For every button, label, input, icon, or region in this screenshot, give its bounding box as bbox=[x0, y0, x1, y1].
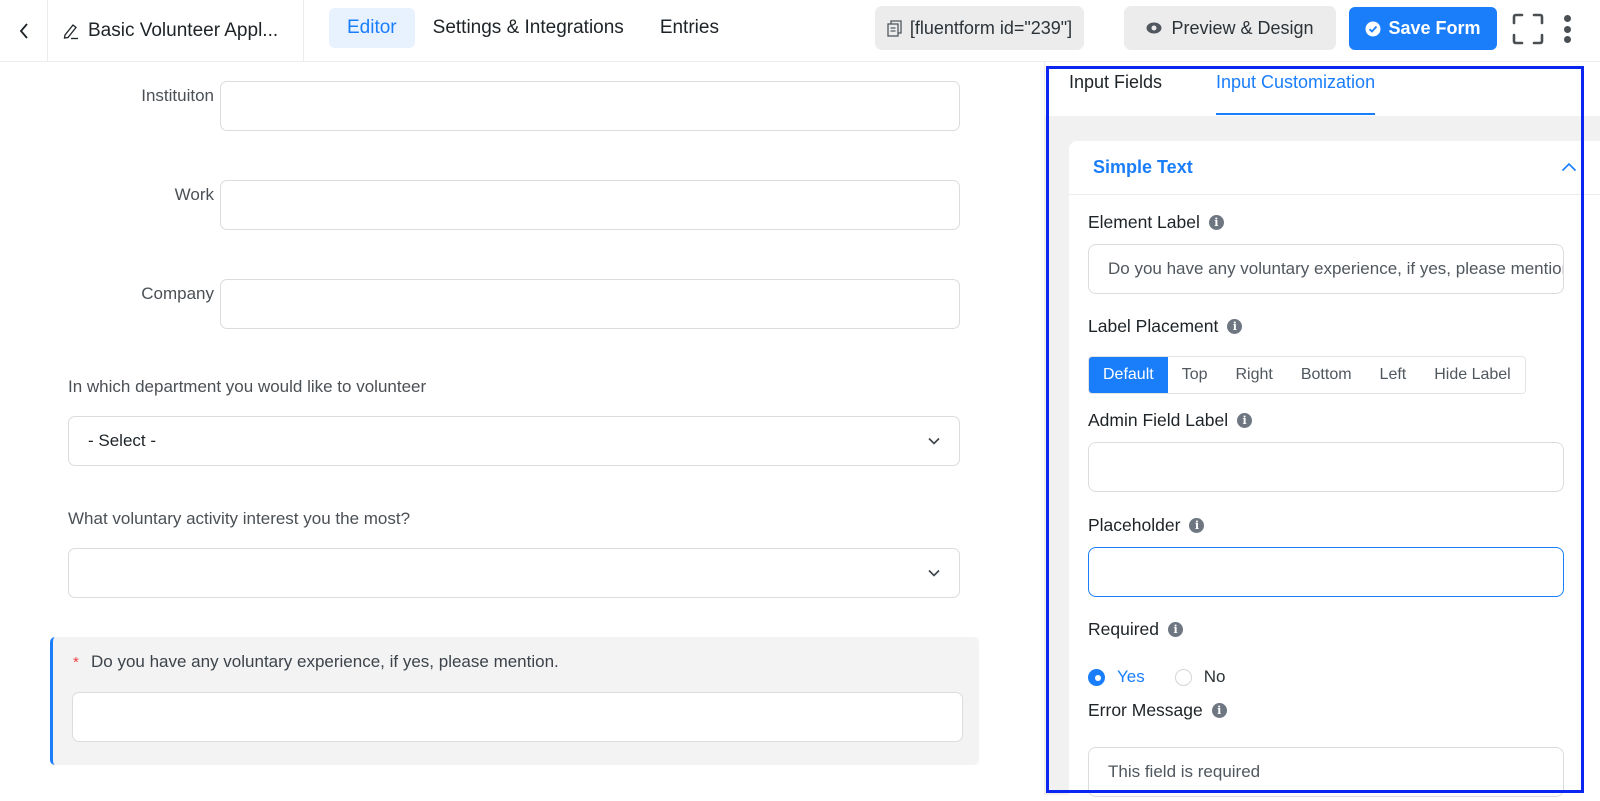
placeholder-heading: Placeholder i bbox=[1088, 515, 1205, 536]
section-header-toggle[interactable]: Simple Text bbox=[1069, 141, 1600, 195]
save-form-label: Save Form bbox=[1388, 18, 1481, 38]
element-label-text: Element Label bbox=[1088, 212, 1200, 232]
shortcode-text: [fluentform id="239"] bbox=[909, 17, 1073, 38]
department-select-value: - Select - bbox=[88, 431, 157, 450]
placement-bottom[interactable]: Bottom bbox=[1286, 357, 1366, 393]
activity-label: What voluntary activity interest you the… bbox=[68, 509, 411, 528]
back-button[interactable] bbox=[0, 0, 48, 62]
placement-hide-label[interactable]: Hide Label bbox=[1420, 357, 1525, 393]
more-options-button[interactable] bbox=[1560, 12, 1574, 46]
activity-select[interactable] bbox=[68, 548, 960, 598]
form-field-institution[interactable]: Instituiton bbox=[0, 81, 1000, 131]
department-select[interactable]: - Select - bbox=[68, 416, 960, 466]
info-icon[interactable]: i bbox=[1211, 703, 1227, 718]
radio-checked-icon bbox=[1088, 668, 1105, 686]
nav-tabs: Editor Settings & Integrations Entries bbox=[329, 8, 737, 48]
field-label: Instituiton bbox=[141, 86, 214, 105]
save-form-button[interactable]: Save Form bbox=[1349, 7, 1497, 50]
selected-form-field[interactable]: * Do you have any voluntary experience, … bbox=[50, 637, 979, 765]
more-vertical-icon bbox=[1563, 15, 1571, 22]
form-field-work[interactable]: Work bbox=[0, 180, 1000, 230]
element-label-input[interactable]: Do you have any voluntary experience, if… bbox=[1088, 244, 1564, 294]
label-placement-segmented: Default Top Right Bottom Left Hide Label bbox=[1088, 356, 1526, 394]
required-text: Required bbox=[1088, 619, 1160, 639]
eye-icon bbox=[1146, 22, 1162, 34]
label-placement-text: Label Placement bbox=[1088, 316, 1219, 336]
panel-tabs: Input Fields Input Customization bbox=[1045, 62, 1600, 116]
tab-entries[interactable]: Entries bbox=[642, 8, 737, 48]
experience-input[interactable] bbox=[72, 692, 963, 742]
pencil-icon bbox=[63, 24, 78, 40]
company-input[interactable] bbox=[220, 279, 960, 329]
field-label: Company bbox=[141, 284, 214, 303]
top-bar: Basic Volunteer Appl... Editor Settings … bbox=[0, 0, 1600, 62]
radio-no-label: No bbox=[1203, 667, 1226, 686]
field-label: Work bbox=[174, 185, 214, 204]
placement-default[interactable]: Default bbox=[1089, 357, 1168, 393]
admin-field-label-text: Admin Field Label bbox=[1088, 410, 1229, 430]
shortcode-copy-button[interactable]: [fluentform id="239"] bbox=[875, 6, 1084, 50]
chevron-down-icon bbox=[928, 569, 940, 577]
error-message-input[interactable]: This field is required bbox=[1088, 747, 1564, 797]
chevron-left-icon bbox=[19, 23, 28, 39]
placement-top[interactable]: Top bbox=[1167, 357, 1222, 393]
required-heading: Required i bbox=[1088, 619, 1184, 640]
chevron-down-icon bbox=[928, 437, 940, 445]
tab-input-customization[interactable]: Input Customization bbox=[1216, 72, 1376, 115]
fullscreen-icon[interactable] bbox=[1512, 13, 1544, 45]
preview-design-label: Preview & Design bbox=[1171, 17, 1314, 38]
element-label-heading: Element Label i bbox=[1088, 212, 1224, 233]
placeholder-text: Placeholder bbox=[1088, 515, 1181, 535]
form-canvas: Instituiton Work Company In which depart… bbox=[0, 62, 1044, 795]
required-no-radio[interactable]: No bbox=[1174, 667, 1226, 687]
admin-field-label-heading: Admin Field Label i bbox=[1088, 410, 1253, 431]
info-icon[interactable]: i bbox=[1237, 413, 1253, 428]
preview-design-button[interactable]: Preview & Design bbox=[1124, 6, 1336, 50]
copy-icon bbox=[887, 19, 902, 37]
tab-editor[interactable]: Editor bbox=[329, 8, 415, 48]
info-icon[interactable]: i bbox=[1208, 215, 1224, 230]
tab-settings-integrations[interactable]: Settings & Integrations bbox=[415, 8, 642, 48]
form-title[interactable]: Basic Volunteer Appl... bbox=[48, 0, 304, 62]
required-radio-group: Yes No bbox=[1088, 667, 1225, 687]
required-yes-radio[interactable]: Yes bbox=[1088, 667, 1145, 687]
tab-input-fields[interactable]: Input Fields bbox=[1069, 72, 1162, 115]
chevron-up-icon bbox=[1561, 162, 1577, 172]
form-field-company[interactable]: Company bbox=[0, 279, 1000, 329]
form-title-text: Basic Volunteer Appl... bbox=[88, 20, 279, 41]
label-placement-heading: Label Placement i bbox=[1088, 316, 1243, 337]
admin-field-label-input[interactable] bbox=[1088, 442, 1564, 492]
radio-unchecked-icon bbox=[1174, 668, 1192, 686]
info-icon[interactable]: i bbox=[1227, 319, 1243, 334]
check-circle-icon bbox=[1365, 21, 1381, 36]
section-title: Simple Text bbox=[1093, 157, 1193, 177]
experience-label: Do you have any voluntary experience, if… bbox=[91, 652, 559, 671]
work-input[interactable] bbox=[220, 180, 960, 230]
institution-input[interactable] bbox=[220, 81, 960, 131]
placement-right[interactable]: Right bbox=[1221, 357, 1287, 393]
error-message-text: Error Message bbox=[1088, 700, 1203, 720]
placeholder-input[interactable] bbox=[1088, 547, 1564, 597]
info-icon[interactable]: i bbox=[1168, 622, 1184, 637]
radio-yes-label: Yes bbox=[1117, 667, 1145, 686]
info-icon[interactable]: i bbox=[1189, 518, 1205, 533]
error-message-heading: Error Message i bbox=[1088, 700, 1227, 721]
department-label: In which department you would like to vo… bbox=[68, 377, 427, 396]
required-asterisk: * bbox=[73, 654, 79, 671]
placement-left[interactable]: Left bbox=[1365, 357, 1421, 393]
